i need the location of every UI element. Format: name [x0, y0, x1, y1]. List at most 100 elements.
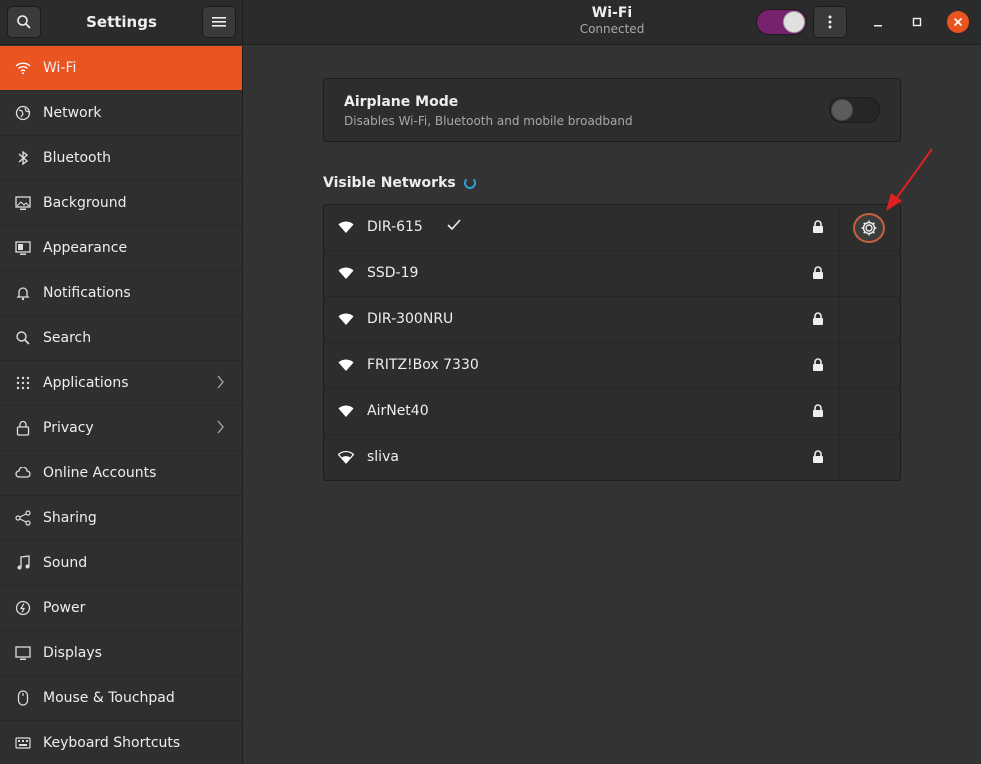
sidebar-item-keyboard-shortcuts[interactable]: Keyboard Shortcuts — [0, 721, 242, 764]
cloud-icon — [14, 464, 32, 482]
sidebar-item-label: Power — [43, 600, 86, 616]
bluetooth-icon — [14, 149, 32, 167]
sidebar-item-label: Wi-Fi — [43, 60, 77, 76]
bell-icon — [14, 284, 32, 302]
sidebar-item-label: Sharing — [43, 510, 97, 526]
music-note-icon — [14, 554, 32, 572]
airplane-mode-title: Airplane Mode — [344, 94, 459, 110]
more-options-button[interactable] — [813, 6, 847, 38]
switch-knob — [783, 11, 805, 33]
sidebar-item-background[interactable]: Background — [0, 181, 242, 226]
row-separator — [839, 389, 840, 434]
sidebar-item-label: Bluetooth — [43, 150, 111, 166]
sidebar-item-privacy[interactable]: Privacy — [0, 406, 242, 451]
sidebar-item-label: Search — [43, 330, 92, 346]
lock-icon — [812, 404, 824, 422]
sidebar-item-search[interactable]: Search — [0, 316, 242, 361]
sidebar-item-notifications[interactable]: Notifications — [0, 271, 242, 316]
network-row-fritzbox-7330[interactable]: FRITZ!Box 7330 — [324, 343, 900, 389]
sidebar: Wi-Fi Network Bluetooth Background Appea… — [0, 46, 243, 764]
close-icon — [953, 17, 963, 27]
network-name: DIR-615 — [367, 219, 423, 235]
airplane-mode-panel: Airplane Mode Disables Wi-Fi, Bluetooth … — [323, 78, 901, 142]
header-left: Settings — [0, 0, 243, 45]
wifi-signal-icon — [338, 312, 354, 330]
sidebar-item-power[interactable]: Power — [0, 586, 242, 631]
lock-icon — [812, 358, 824, 376]
minimize-icon — [874, 25, 882, 27]
sidebar-item-sound[interactable]: Sound — [0, 541, 242, 586]
sidebar-item-label: Applications — [43, 375, 129, 391]
sidebar-item-wifi[interactable]: Wi-Fi — [0, 46, 242, 91]
network-settings-button[interactable] — [853, 213, 885, 243]
chevron-right-icon — [216, 375, 224, 393]
network-row-sliva[interactable]: sliva — [324, 435, 900, 481]
sidebar-item-label: Notifications — [43, 285, 131, 301]
appearance-icon — [14, 239, 32, 257]
network-row-ssd-19[interactable]: SSD-19 — [324, 251, 900, 297]
page-subtitle: Connected — [579, 22, 645, 36]
sidebar-item-label: Appearance — [43, 240, 128, 256]
sidebar-item-label: Network — [43, 105, 102, 121]
row-separator — [839, 297, 840, 342]
row-separator — [839, 343, 840, 388]
network-name: FRITZ!Box 7330 — [367, 357, 479, 373]
chevron-right-icon — [216, 420, 224, 438]
mouse-icon — [14, 689, 32, 707]
main-content: Airplane Mode Disables Wi-Fi, Bluetooth … — [244, 46, 981, 764]
network-row-airnet40[interactable]: AirNet40 — [324, 389, 900, 435]
row-separator — [839, 435, 840, 480]
lock-icon — [812, 312, 824, 330]
visible-networks-heading: Visible Networks — [323, 175, 476, 191]
sidebar-item-mouse-touchpad[interactable]: Mouse & Touchpad — [0, 676, 242, 721]
kebab-menu-icon — [828, 15, 832, 29]
network-name: AirNet40 — [367, 403, 429, 419]
wifi-toggle-switch[interactable] — [756, 9, 807, 35]
wifi-signal-icon — [338, 358, 354, 376]
header-bar: Settings Wi-Fi Connected — [0, 0, 981, 45]
sidebar-item-label: Online Accounts — [43, 465, 157, 481]
airplane-mode-switch[interactable] — [829, 97, 880, 123]
sidebar-item-network[interactable]: Network — [0, 91, 242, 136]
sidebar-item-label: Sound — [43, 555, 88, 571]
sidebar-item-applications[interactable]: Applications — [0, 361, 242, 406]
network-globe-icon — [14, 104, 32, 122]
maximize-icon — [912, 17, 922, 27]
row-separator — [839, 251, 840, 296]
sidebar-item-sharing[interactable]: Sharing — [0, 496, 242, 541]
network-row-dir-615[interactable]: DIR-615 — [324, 205, 900, 251]
wifi-signal-icon — [338, 266, 354, 284]
power-icon — [14, 599, 32, 617]
wifi-icon — [14, 59, 32, 77]
airplane-mode-subtitle: Disables Wi-Fi, Bluetooth and mobile bro… — [344, 114, 633, 128]
wifi-signal-icon — [338, 404, 354, 422]
gear-icon — [861, 220, 877, 236]
sidebar-item-label: Displays — [43, 645, 102, 661]
lock-icon — [812, 450, 824, 468]
sidebar-item-label: Keyboard Shortcuts — [43, 735, 181, 751]
sidebar-item-label: Mouse & Touchpad — [43, 690, 175, 706]
hamburger-menu-button[interactable] — [202, 6, 236, 38]
close-button[interactable] — [947, 11, 969, 33]
network-name: DIR-300NRU — [367, 311, 454, 327]
network-name: SSD-19 — [367, 265, 419, 281]
page-title-block: Wi-Fi Connected — [520, 5, 704, 36]
sidebar-item-appearance[interactable]: Appearance — [0, 226, 242, 271]
sidebar-item-online-accounts[interactable]: Online Accounts — [0, 451, 242, 496]
search-icon — [14, 329, 32, 347]
maximize-button[interactable] — [906, 11, 928, 33]
minimize-button[interactable] — [867, 11, 889, 33]
lock-icon — [14, 419, 32, 437]
loading-spinner-icon — [463, 177, 476, 189]
display-icon — [14, 644, 32, 662]
checkmark-icon — [447, 219, 461, 235]
sidebar-item-displays[interactable]: Displays — [0, 631, 242, 676]
network-row-dir-300nru[interactable]: DIR-300NRU — [324, 297, 900, 343]
hamburger-icon — [212, 17, 226, 27]
page-title: Wi-Fi — [591, 5, 633, 21]
row-separator — [839, 205, 840, 250]
wifi-signal-icon — [338, 220, 354, 238]
sidebar-item-label: Privacy — [43, 420, 94, 436]
lock-icon — [812, 220, 824, 238]
sidebar-item-bluetooth[interactable]: Bluetooth — [0, 136, 242, 181]
